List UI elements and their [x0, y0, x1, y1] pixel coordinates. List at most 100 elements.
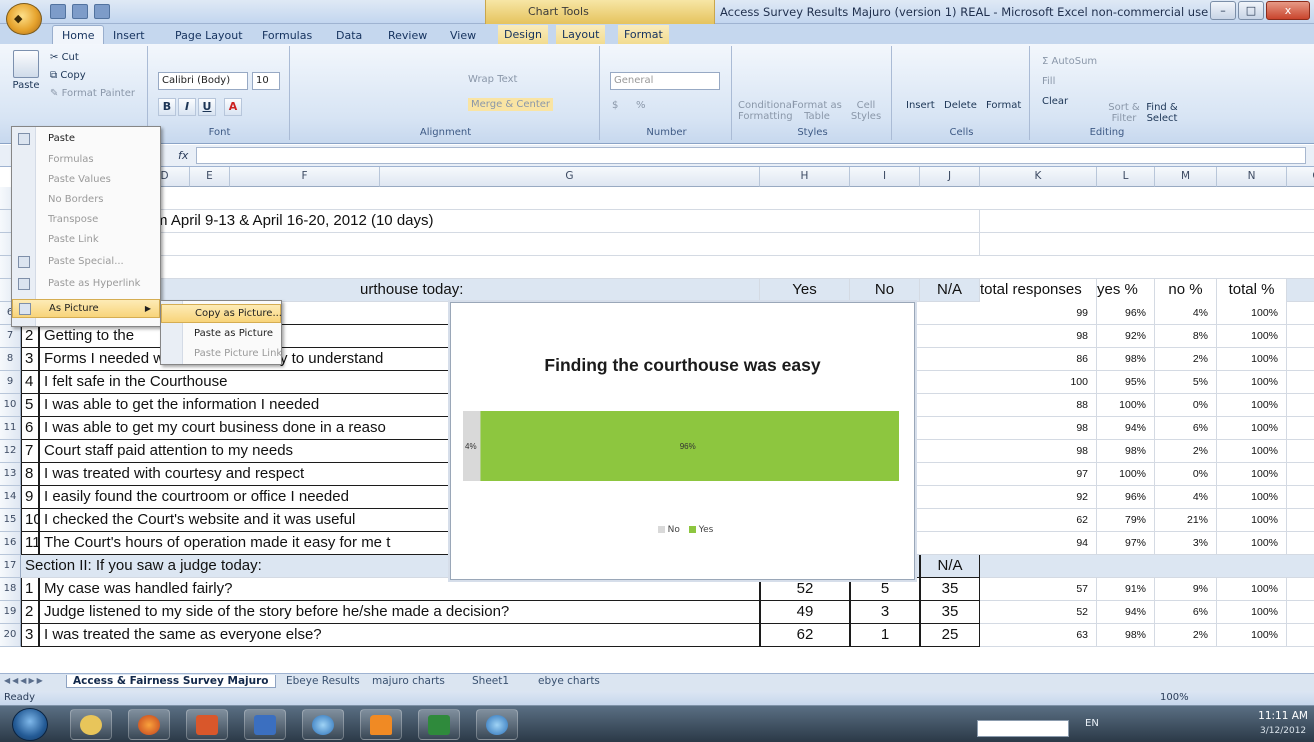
wrap-text-button[interactable]: Wrap Text	[468, 74, 517, 85]
taskbar-explorer[interactable]	[70, 709, 112, 740]
sheet-tab-sheet1[interactable]: Sheet1	[472, 675, 509, 687]
currency-button[interactable]: $	[612, 100, 618, 111]
insert-cells-button[interactable]: Insert	[906, 100, 935, 111]
menu-item-paste-picture-link[interactable]: Paste Picture Link	[161, 345, 282, 364]
menu-item-no-borders[interactable]: No Borders	[12, 191, 160, 210]
format-cells-button[interactable]: Format	[986, 100, 1021, 111]
tab-data[interactable]: Data	[336, 27, 362, 44]
office-button[interactable]: ◆	[6, 3, 42, 35]
tab-view[interactable]: View	[450, 27, 476, 44]
tab-format[interactable]: Format	[618, 25, 669, 44]
column-header-h[interactable]: H	[760, 167, 850, 187]
paste-button[interactable]: Paste	[10, 50, 42, 91]
menu-item-paste-as-picture[interactable]: Paste as Picture	[161, 325, 281, 344]
tab-insert[interactable]: Insert	[113, 27, 145, 44]
row-header[interactable]: 7	[0, 325, 21, 348]
merge-center-button[interactable]: Merge & Center	[468, 98, 554, 111]
taskbar-itunes[interactable]	[302, 709, 344, 740]
format-as-table-button[interactable]: Format as Table	[792, 100, 842, 122]
maximize-button[interactable]: □	[1238, 1, 1264, 20]
format-painter-button[interactable]: ✎ Format Painter	[50, 88, 135, 99]
column-header-n[interactable]: N	[1217, 167, 1287, 187]
tab-design[interactable]: Design	[498, 25, 548, 44]
menu-item-transpose[interactable]: Transpose	[12, 211, 160, 230]
row-header[interactable]: 12	[0, 440, 21, 463]
cell-styles-button[interactable]: Cell Styles	[846, 100, 886, 122]
taskbar-search-input[interactable]	[977, 720, 1069, 737]
column-header-j[interactable]: J	[920, 167, 980, 187]
column-header-e[interactable]: E	[190, 167, 230, 187]
font-name-combo[interactable]: Calibri (Body)	[158, 72, 248, 90]
sheet-tab-access-fairness[interactable]: Access & Fairness Survey Majuro	[66, 675, 276, 688]
menu-item-paste[interactable]: Paste	[12, 130, 160, 149]
column-header-m[interactable]: M	[1155, 167, 1217, 187]
row-header[interactable]: 16	[0, 532, 21, 555]
row-header[interactable]: 11	[0, 417, 21, 440]
tab-page-layout[interactable]: Page Layout	[175, 27, 243, 44]
column-header-o[interactable]: O	[1287, 167, 1314, 187]
zoom-level[interactable]: 100%	[1160, 692, 1189, 703]
row-header[interactable]: 19	[0, 601, 21, 624]
formula-input[interactable]	[196, 147, 1306, 164]
menu-item-paste-special[interactable]: Paste Special...	[12, 253, 160, 272]
save-icon[interactable]	[50, 4, 66, 19]
minimize-button[interactable]: –	[1210, 1, 1236, 20]
italic-button[interactable]: I	[178, 98, 196, 116]
menu-item-paste-values[interactable]: Paste Values	[12, 171, 160, 190]
redo-icon[interactable]	[94, 4, 110, 19]
tab-review[interactable]: Review	[388, 27, 427, 44]
sort-filter-button[interactable]: Sort & Filter	[1106, 102, 1142, 124]
column-header-g[interactable]: G	[380, 167, 760, 187]
taskbar-itunes-2[interactable]	[476, 709, 518, 740]
cut-button[interactable]: ✂ Cut	[50, 52, 79, 63]
menu-item-paste-link[interactable]: Paste Link	[12, 231, 160, 250]
tab-formulas[interactable]: Formulas	[262, 27, 312, 44]
row-header[interactable]: 14	[0, 486, 21, 509]
row-header[interactable]: 10	[0, 394, 21, 417]
chart-legend[interactable]: No Yes	[451, 525, 914, 535]
copy-button[interactable]: ⧉ Copy	[50, 70, 86, 81]
function-icon[interactable]: fx	[178, 149, 188, 162]
row-header[interactable]: 18	[0, 578, 21, 601]
conditional-formatting-button[interactable]: Conditional Formatting	[738, 100, 795, 122]
sheet-nav-arrows-icon[interactable]: ◀◀◀▶▶	[4, 676, 45, 685]
row-header[interactable]: 9	[0, 371, 21, 394]
font-size-combo[interactable]: 10	[252, 72, 280, 90]
clear-button[interactable]: Clear	[1042, 96, 1068, 107]
close-button[interactable]: x	[1266, 1, 1310, 20]
column-header-l[interactable]: L	[1097, 167, 1155, 187]
autosum-button[interactable]: Σ AutoSum	[1042, 56, 1097, 67]
taskbar-firefox[interactable]	[128, 709, 170, 740]
column-header-i[interactable]: I	[850, 167, 920, 187]
taskbar-word[interactable]	[244, 709, 286, 740]
fill-button[interactable]: Fill	[1042, 76, 1055, 87]
row-header[interactable]: 17	[0, 555, 21, 578]
clock[interactable]: 11:11 AM 3/12/2012	[1258, 709, 1308, 738]
row-header[interactable]: 13	[0, 463, 21, 486]
column-header-k[interactable]: K	[980, 167, 1097, 187]
font-color-button[interactable]: A	[224, 98, 242, 116]
undo-icon[interactable]	[72, 4, 88, 19]
underline-button[interactable]: U	[198, 98, 216, 116]
percent-button[interactable]: %	[636, 100, 646, 111]
menu-item-copy-as-picture[interactable]: Copy as Picture...	[161, 304, 282, 323]
sheet-tab-majuro-charts[interactable]: majuro charts	[372, 675, 445, 687]
menu-item-paste-hyperlink[interactable]: Paste as Hyperlink	[12, 275, 160, 294]
row-header[interactable]: 8	[0, 348, 21, 371]
row-header[interactable]: 15	[0, 509, 21, 532]
delete-cells-button[interactable]: Delete	[944, 100, 977, 111]
start-button[interactable]	[12, 708, 48, 741]
sheet-tab-ebye-charts[interactable]: ebye charts	[538, 675, 600, 687]
find-select-button[interactable]: Find & Select	[1144, 102, 1180, 124]
row-header[interactable]: 20	[0, 624, 21, 647]
sheet-tab-ebeye-results[interactable]: Ebeye Results	[286, 675, 360, 687]
chart-object[interactable]: Finding the courthouse was easy 4% 96% No…	[450, 302, 915, 580]
column-header-f[interactable]: F	[230, 167, 380, 187]
bold-button[interactable]: B	[158, 98, 176, 116]
tab-home[interactable]: Home	[52, 25, 105, 45]
number-format-combo[interactable]: General	[610, 72, 720, 90]
menu-item-formulas[interactable]: Formulas	[12, 151, 160, 170]
taskbar-powerpoint[interactable]	[186, 709, 228, 740]
taskbar-excel[interactable]	[418, 709, 460, 740]
tab-layout[interactable]: Layout	[556, 25, 606, 44]
